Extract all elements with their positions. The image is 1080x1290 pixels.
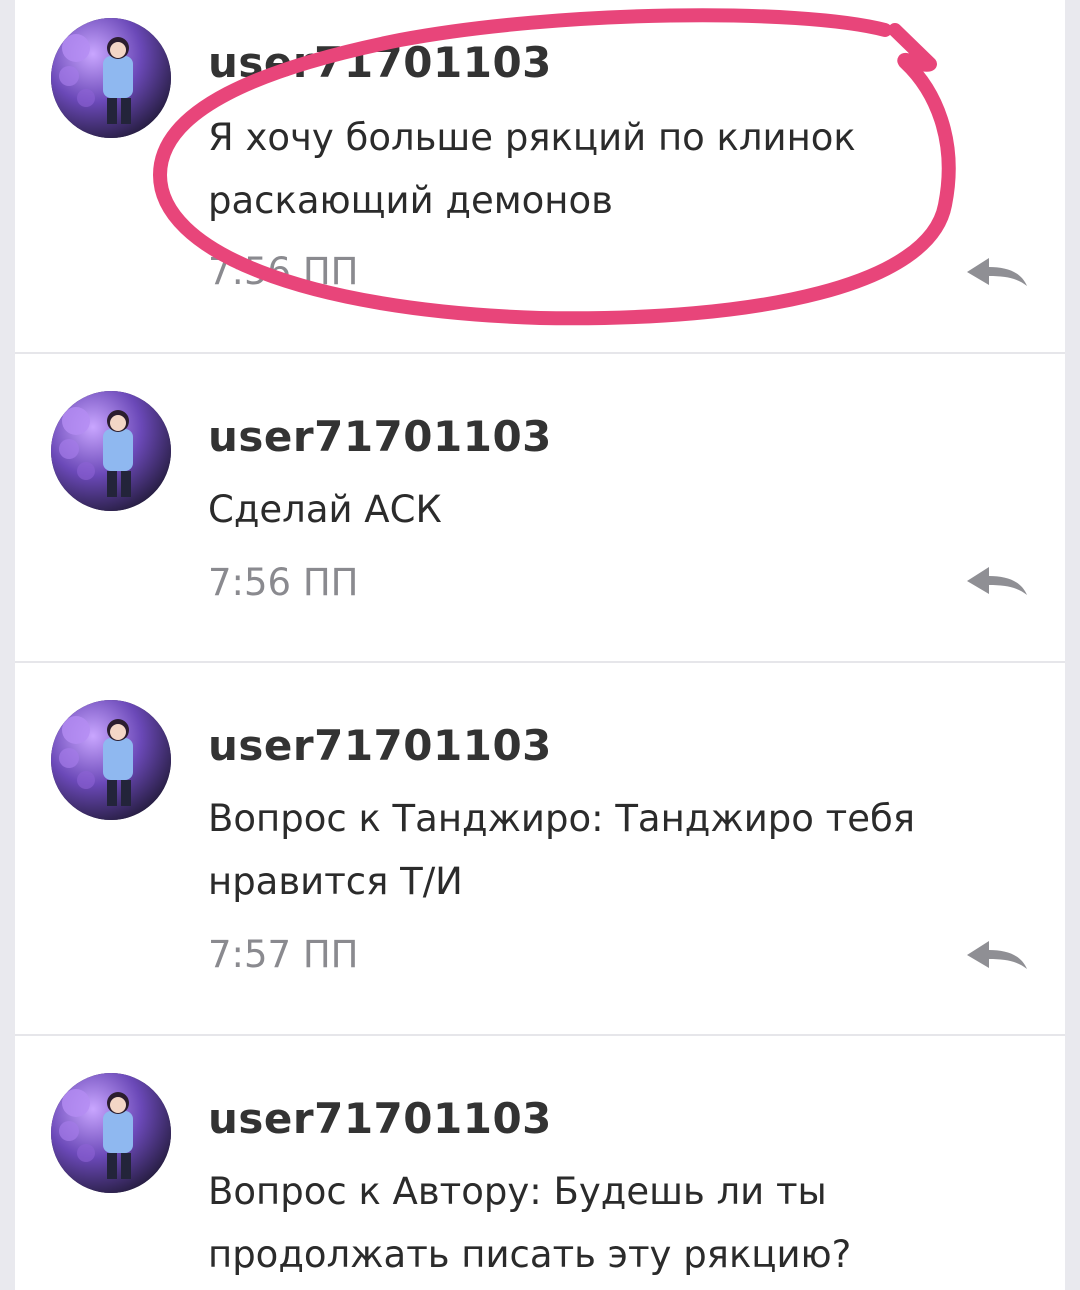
comment-item: user71701103 Вопрос к Автору: Будешь ли … <box>15 1036 1065 1290</box>
comments-screen: user71701103 Я хочу больше рякций по кли… <box>0 0 1080 1290</box>
comment-text: Вопрос к Автору: Будешь ли ты продолжать… <box>208 1170 852 1276</box>
comment-item: user71701103 Сделай АСК 7:56 ПП <box>15 354 1065 663</box>
comment-username[interactable]: user71701103 <box>208 412 552 462</box>
avatar-image <box>51 391 171 511</box>
comment-item: user71701103 Вопрос к Танджиро: Танджиро… <box>15 663 1065 1036</box>
avatar-image <box>51 700 171 820</box>
comment-text: Сделай АСК <box>208 488 442 531</box>
comment-item: user71701103 Я хочу больше рякций по кли… <box>15 0 1065 354</box>
avatar[interactable] <box>51 391 171 511</box>
reply-arrow-icon[interactable] <box>963 561 1029 601</box>
comment-username[interactable]: user71701103 <box>208 38 552 88</box>
avatar[interactable] <box>51 700 171 820</box>
reply-arrow-icon[interactable] <box>963 935 1029 975</box>
reply-arrow-icon[interactable] <box>963 252 1029 292</box>
avatar-image <box>51 18 171 138</box>
comment-username[interactable]: user71701103 <box>208 1094 552 1144</box>
avatar-image <box>51 1073 171 1193</box>
comment-time: 7:57 ПП <box>208 933 359 976</box>
comments-feed: user71701103 Я хочу больше рякций по кли… <box>15 0 1065 1290</box>
comment-text: Вопрос к Танджиро: Танджиро тебя нравитс… <box>208 797 916 903</box>
avatar[interactable] <box>51 1073 171 1193</box>
comment-text: Я хочу больше рякций по клинок раскающий… <box>208 116 856 222</box>
comment-time: 7:56 ПП <box>208 561 359 604</box>
avatar[interactable] <box>51 18 171 138</box>
comment-time: 7:56 ПП <box>208 250 359 293</box>
comment-username[interactable]: user71701103 <box>208 721 552 771</box>
